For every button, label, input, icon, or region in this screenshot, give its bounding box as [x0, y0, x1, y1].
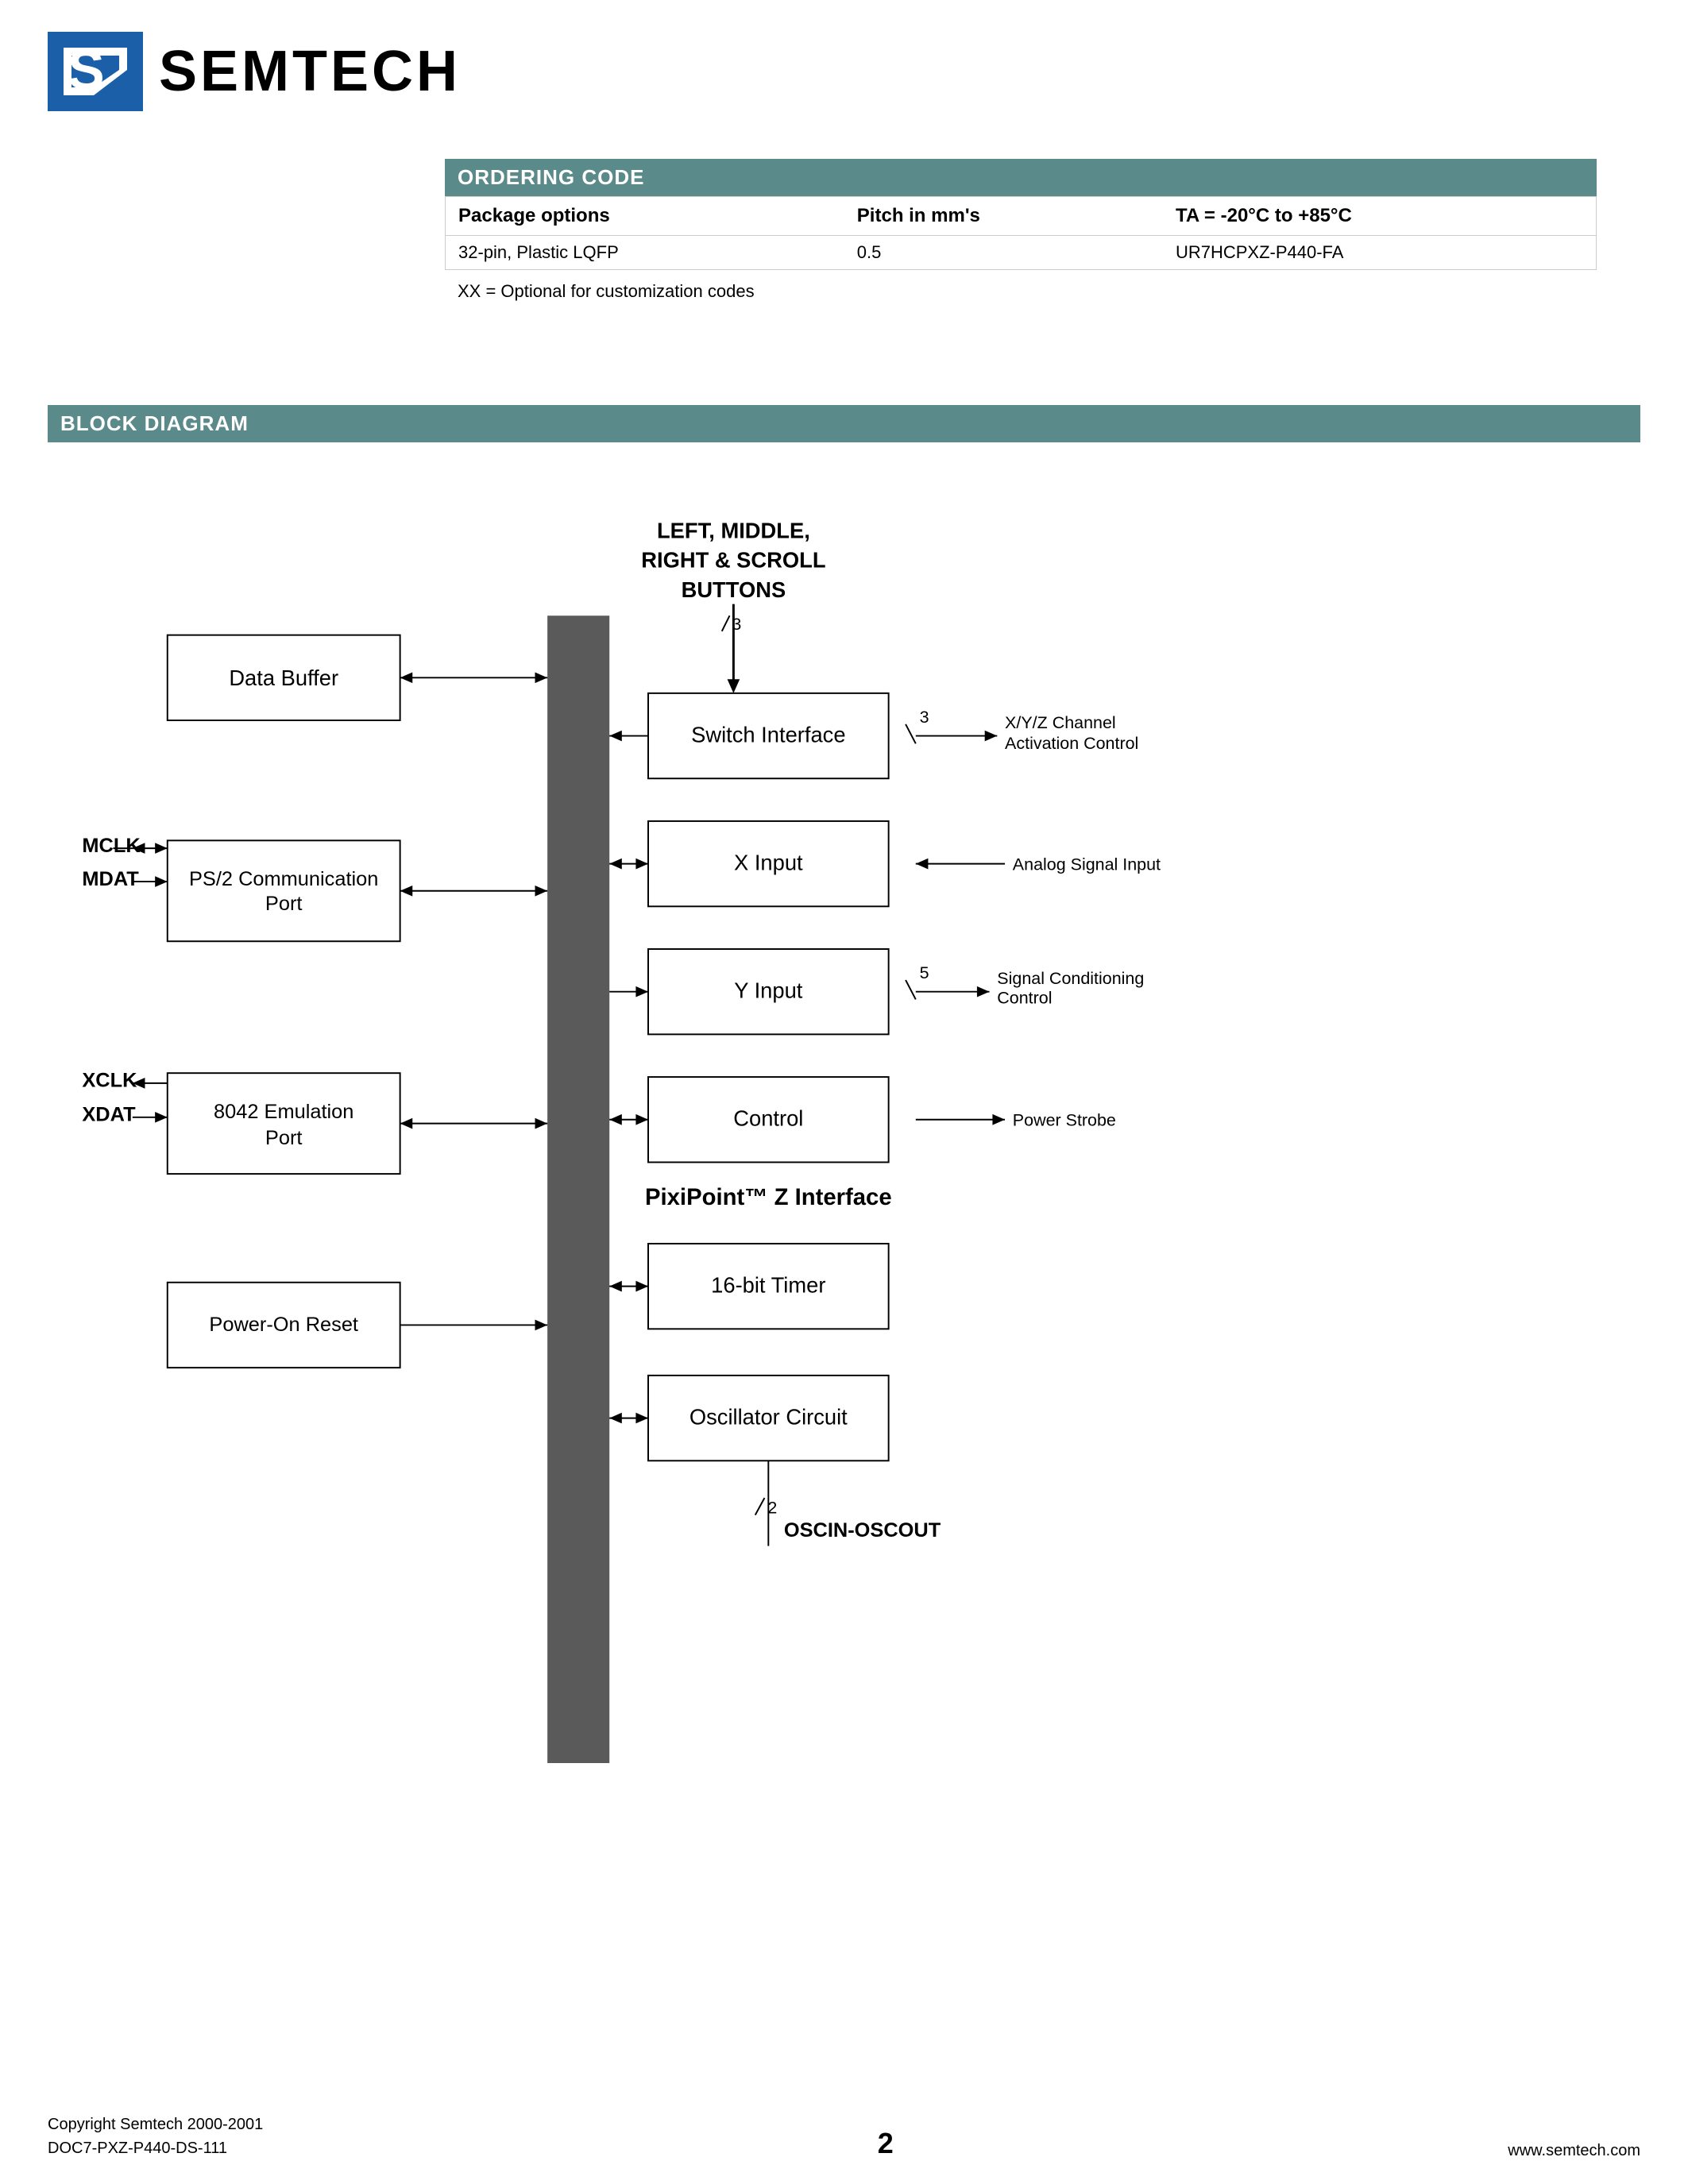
y-input-label: Y Input [734, 978, 803, 1003]
semtech-logo-icon: S [48, 32, 143, 111]
xy-channel-line2: Activation Control [1005, 734, 1138, 753]
svg-text:S: S [68, 39, 105, 101]
signal-cond-line2: Control [997, 988, 1052, 1007]
row-ta-val: UR7HCPXZ-P440-FA [1163, 236, 1597, 270]
row-package: 32-pin, Plastic LQFP [446, 236, 844, 270]
num5-label: 5 [920, 963, 929, 982]
logo-area: S SEMTECH [48, 32, 461, 111]
copyright-text: Copyright Semtech 2000-2001 [48, 2113, 263, 2136]
company-name: SEMTECH [159, 39, 461, 104]
power-strobe-label: Power Strobe [1013, 1111, 1116, 1130]
ordering-table: Package options Pitch in mm's TA = -20°C… [445, 196, 1597, 270]
switch-interface-label: Switch Interface [691, 722, 845, 747]
footer-left: Copyright Semtech 2000-2001 DOC7-PXZ-P44… [48, 2113, 263, 2160]
oscillator-label: Oscillator Circuit [689, 1404, 848, 1429]
data-buffer-label: Data Buffer [229, 666, 338, 690]
power-on-reset-label: Power-On Reset [209, 1314, 358, 1336]
svg-text:RIGHT & SCROLL: RIGHT & SCROLL [641, 548, 825, 573]
mdat-label: MDAT [82, 868, 139, 890]
analog-signal-label: Analog Signal Input [1013, 855, 1161, 874]
row-pitch: 0.5 [844, 236, 1163, 270]
svg-text:BUTTONS: BUTTONS [682, 577, 786, 602]
diagram-area: LEFT, MIDDLE, RIGHT & SCROLL BUTTONS 3 D… [48, 461, 1640, 2089]
control-label: Control [733, 1106, 803, 1131]
ps2-label-line1: PS/2 Communication [189, 868, 378, 890]
block-diagram-header: BLOCK DIAGRAM [48, 405, 1640, 442]
pixipoint-label: PixiPoint™ Z Interface [645, 1184, 892, 1210]
col-pitch: Pitch in mm's [844, 197, 1163, 236]
footer: Copyright Semtech 2000-2001 DOC7-PXZ-P44… [48, 2113, 1640, 2160]
doc-number: DOC7-PXZ-P440-DS-111 [48, 2136, 263, 2160]
page-number: 2 [878, 2127, 894, 2160]
signal-cond-line1: Signal Conditioning [997, 969, 1144, 988]
xy-channel-line1: X/Y/Z Channel [1005, 713, 1116, 732]
buttons-label: LEFT, MIDDLE, [657, 519, 810, 543]
emulation-label-line1: 8042 Emulation [214, 1101, 353, 1123]
emulation-label-line2: Port [265, 1127, 303, 1149]
timer-label: 16-bit Timer [711, 1272, 825, 1297]
xclk-label: XCLK [82, 1070, 137, 1092]
col-ta: TA = -20°C to +85°C [1163, 197, 1597, 236]
website: www.semtech.com [1508, 2142, 1640, 2160]
ordering-header: ORDERING CODE [445, 159, 1597, 196]
col-package: Package options [446, 197, 844, 236]
ordering-note: XX = Optional for customization codes [445, 278, 1597, 305]
bus-bar [547, 615, 609, 1763]
ps2-label-line2: Port [265, 893, 303, 915]
oscin-label: OSCIN-OSCOUT [784, 1519, 941, 1542]
mclk-label: MCLK [82, 835, 141, 857]
num2-label: 2 [767, 1499, 777, 1518]
ordering-section: ORDERING CODE Package options Pitch in m… [445, 159, 1597, 305]
num3-buttons: 3 [732, 615, 741, 634]
x-input-label: X Input [734, 850, 803, 874]
num3-xy-label: 3 [920, 708, 929, 727]
xdat-label: XDAT [82, 1104, 136, 1126]
block-diagram-svg: LEFT, MIDDLE, RIGHT & SCROLL BUTTONS 3 D… [48, 461, 1640, 2089]
